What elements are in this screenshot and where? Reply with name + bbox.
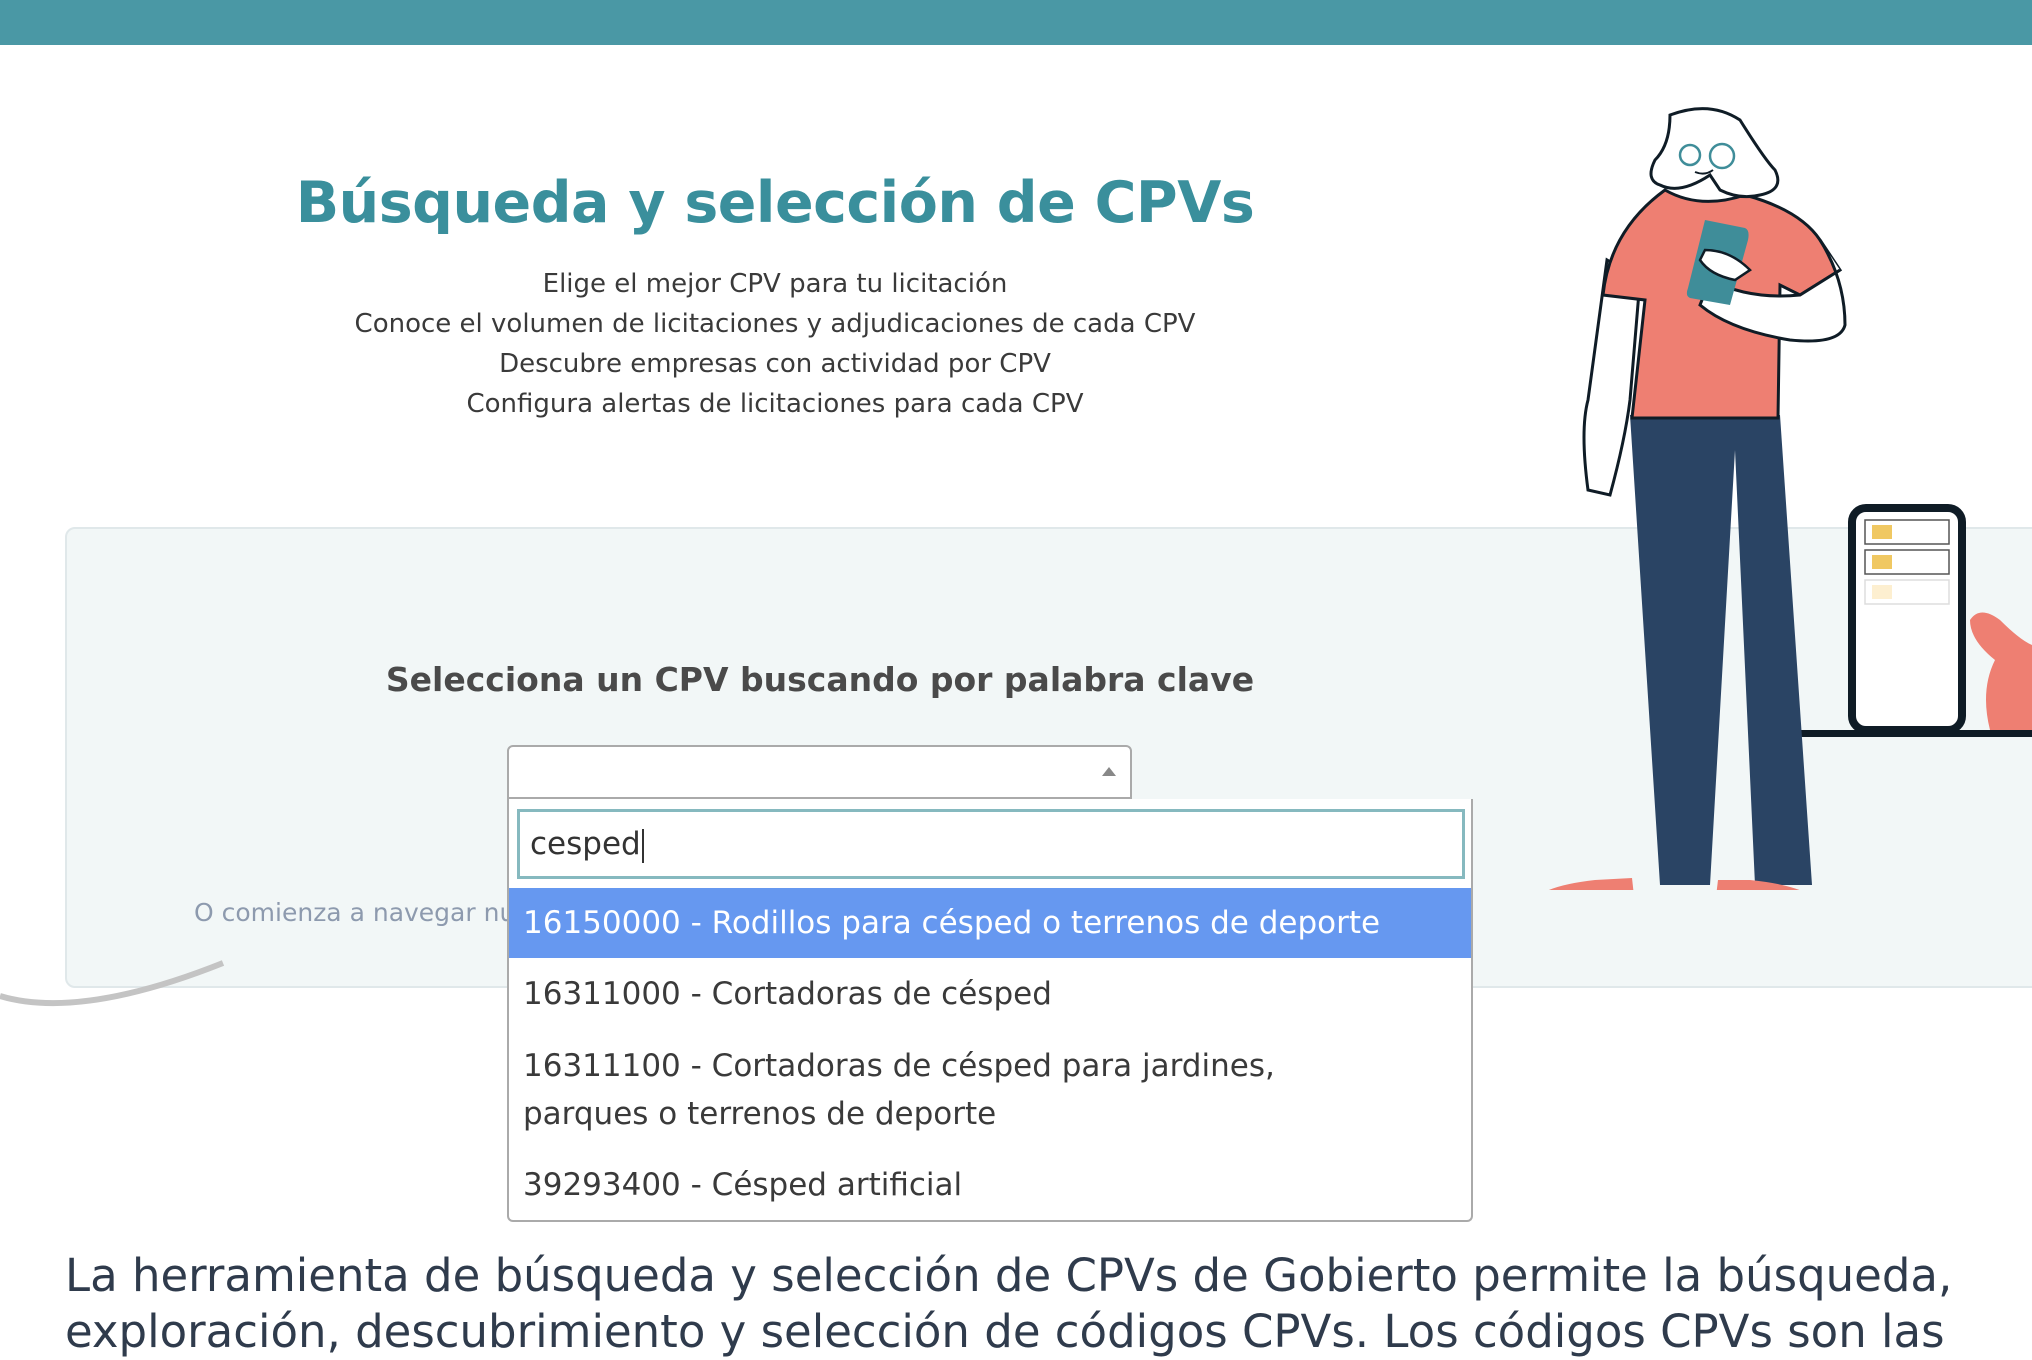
top-bar: [0, 0, 2032, 45]
text-cursor: [641, 828, 644, 863]
cpv-select[interactable]: [507, 745, 1132, 799]
dropdown-option[interactable]: 39293400 - Césped artificial: [509, 1150, 1471, 1220]
dropdown-option[interactable]: 16311100 - Cortadoras de césped para jar…: [509, 1030, 1409, 1150]
page-title: Búsqueda y selección de CPVs: [295, 170, 1255, 236]
hero-subtitles: Elige el mejor CPV para tu licitación Co…: [0, 264, 1550, 424]
selector-heading: Selecciona un CPV buscando por palabra c…: [385, 660, 1255, 699]
cpv-dropdown: cesped 16150000 - Rodillos para césped o…: [507, 799, 1473, 1222]
intro-paragraph: La herramienta de búsqueda y selección d…: [65, 1249, 1953, 1358]
decorative-curve: [0, 960, 225, 1007]
search-input[interactable]: cesped: [517, 809, 1465, 879]
dropdown-option[interactable]: 16311000 - Cortadoras de césped: [509, 958, 1471, 1030]
subtitle-line: Descubre empresas con actividad por CPV: [499, 349, 1051, 379]
caret-up-icon[interactable]: [1102, 767, 1116, 776]
subtitle-line: Conoce el volumen de licitaciones y adju…: [354, 309, 1196, 339]
dropdown-option[interactable]: 16150000 - Rodillos para césped o terren…: [509, 888, 1471, 958]
woman-with-phone-illustration: [1548, 107, 2032, 890]
browse-text: O comienza a navegar nu: [194, 898, 507, 927]
subtitle-line: Elige el mejor CPV para tu licitación: [542, 269, 1008, 299]
search-value: cesped: [530, 826, 641, 862]
subtitle-line: Configura alertas de licitaciones para c…: [466, 389, 1084, 419]
